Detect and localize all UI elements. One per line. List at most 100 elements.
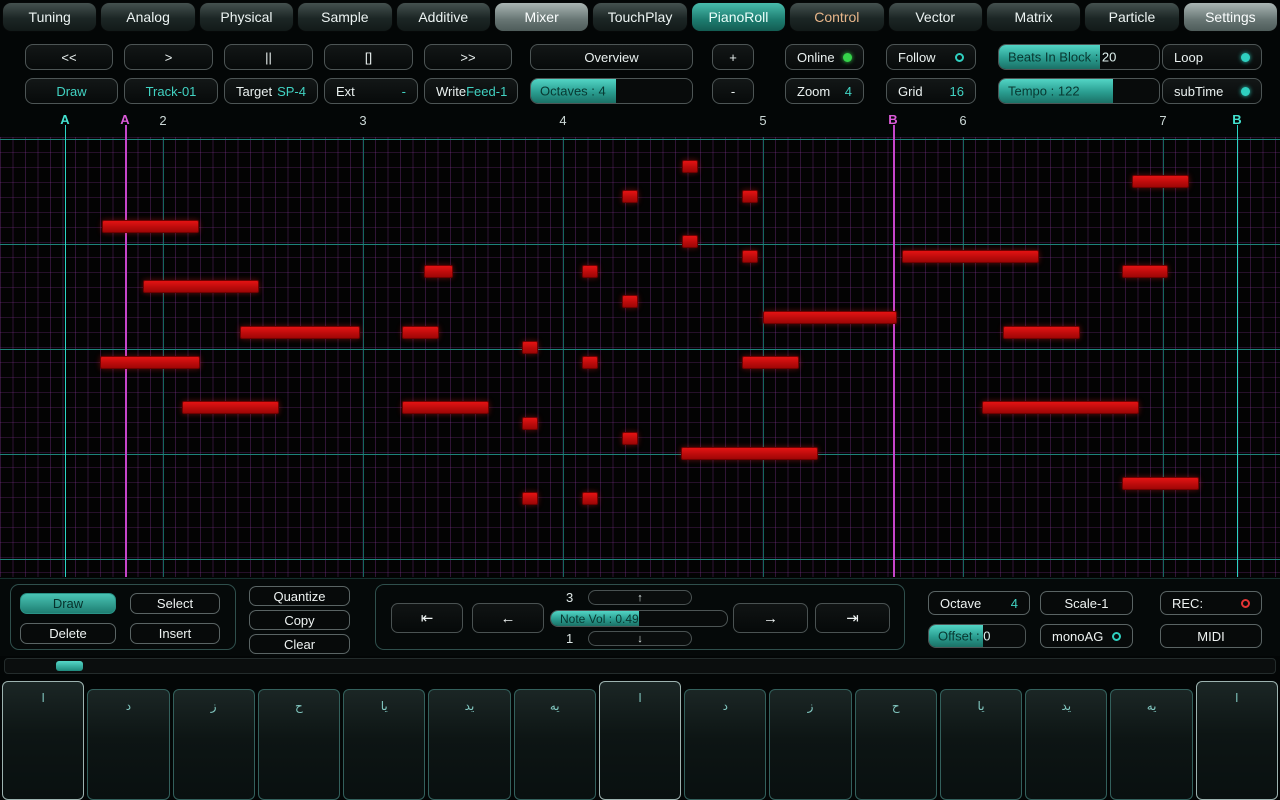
midi-button[interactable]: MIDI: [1160, 624, 1262, 648]
ext-select[interactable]: Ext -: [324, 78, 418, 104]
piano-key-4[interactable]: ح: [258, 689, 340, 800]
pause-button[interactable]: ||: [224, 44, 313, 70]
tab-particle[interactable]: Particle: [1084, 2, 1179, 32]
note-vol-slider[interactable]: Note Vol : 0.49 Note Vol : 0.49: [550, 610, 728, 627]
midi-note[interactable]: [1003, 326, 1080, 339]
piano-key-12[interactable]: يا: [940, 689, 1022, 800]
zoom-control[interactable]: Zoom 4: [785, 78, 864, 104]
midi-note[interactable]: [240, 326, 360, 339]
marker-line-teal[interactable]: [1237, 125, 1238, 577]
mono-toggle[interactable]: monoAG: [1040, 624, 1133, 648]
piano-key-7[interactable]: يه: [514, 689, 596, 800]
scrollbar-handle[interactable]: [56, 661, 83, 671]
select-tool-button[interactable]: Select: [130, 593, 220, 614]
nudge-right-end-button[interactable]: ⇥: [815, 603, 890, 633]
piano-key-1[interactable]: ا: [2, 681, 84, 800]
midi-note[interactable]: [100, 356, 200, 369]
midi-note[interactable]: [182, 401, 279, 414]
grid[interactable]: [0, 137, 1280, 577]
track-select-button[interactable]: Track-01: [124, 78, 218, 104]
tab-settings[interactable]: Settings: [1183, 2, 1278, 32]
follow-toggle[interactable]: Follow: [886, 44, 976, 70]
midi-note[interactable]: [742, 190, 758, 203]
tab-mixer[interactable]: Mixer: [494, 2, 589, 32]
midi-note[interactable]: [522, 492, 538, 505]
online-toggle[interactable]: Online: [785, 44, 864, 70]
tab-additive[interactable]: Additive: [396, 2, 491, 32]
delete-tool-button[interactable]: Delete: [20, 623, 116, 644]
midi-note[interactable]: [102, 220, 199, 233]
midi-note[interactable]: [622, 432, 638, 445]
subtime-toggle[interactable]: subTime: [1162, 78, 1262, 104]
stop-button[interactable]: []: [324, 44, 413, 70]
tab-control[interactable]: Control: [789, 2, 884, 32]
transpose-up-button[interactable]: ↑: [588, 590, 692, 605]
nudge-left-end-button[interactable]: ⇤: [391, 603, 463, 633]
midi-note[interactable]: [763, 311, 897, 324]
midi-note[interactable]: [682, 160, 698, 173]
octave-control[interactable]: Octave 4: [928, 591, 1030, 615]
piano-key-11[interactable]: ح: [855, 689, 937, 800]
tab-vector[interactable]: Vector: [888, 2, 983, 32]
piano-key-10[interactable]: ز: [769, 689, 851, 800]
tempo-slider[interactable]: Tempo : 122 Tempo : 122: [998, 78, 1160, 104]
minus-button[interactable]: -: [712, 78, 754, 104]
tab-matrix[interactable]: Matrix: [986, 2, 1081, 32]
ruler[interactable]: 234567AABB: [0, 108, 1280, 137]
piano-key-8[interactable]: ا: [599, 681, 681, 800]
tab-pianoroll[interactable]: PianoRoll: [691, 2, 786, 32]
quantize-button[interactable]: Quantize: [249, 586, 350, 606]
timeline-scrollbar[interactable]: [4, 658, 1276, 674]
scale-select-button[interactable]: Scale-1: [1040, 591, 1133, 615]
loop-toggle[interactable]: Loop: [1162, 44, 1262, 70]
piano-key-14[interactable]: يه: [1110, 689, 1192, 800]
tab-touchplay[interactable]: TouchPlay: [592, 2, 687, 32]
midi-note[interactable]: [1122, 477, 1199, 490]
clear-button[interactable]: Clear: [249, 634, 350, 654]
piano-key-13[interactable]: يد: [1025, 689, 1107, 800]
midi-note[interactable]: [622, 295, 638, 308]
piano-key-15[interactable]: ا: [1196, 681, 1278, 800]
piano-key-5[interactable]: يا: [343, 689, 425, 800]
nudge-left-button[interactable]: ←: [472, 603, 544, 633]
plus-button[interactable]: +: [712, 44, 754, 70]
midi-note[interactable]: [582, 492, 598, 505]
nudge-right-button[interactable]: →: [733, 603, 808, 633]
offset-control[interactable]: Offset : 0 Offset : 0: [928, 624, 1026, 648]
midi-note[interactable]: [402, 326, 439, 339]
midi-note[interactable]: [582, 265, 598, 278]
target-select[interactable]: Target SP-4: [224, 78, 318, 104]
rec-button[interactable]: REC:: [1160, 591, 1262, 615]
grid-control[interactable]: Grid 16: [886, 78, 976, 104]
midi-note[interactable]: [424, 265, 453, 278]
copy-button[interactable]: Copy: [249, 610, 350, 630]
write-select[interactable]: Write Feed-1: [424, 78, 518, 104]
midi-note[interactable]: [742, 356, 799, 369]
midi-note[interactable]: [742, 250, 758, 263]
piano-key-2[interactable]: د: [87, 689, 169, 800]
draw-tool-button[interactable]: Draw: [20, 593, 116, 614]
marker-line-magenta[interactable]: [893, 125, 895, 577]
midi-note[interactable]: [402, 401, 489, 414]
tab-analog[interactable]: Analog: [100, 2, 195, 32]
midi-note[interactable]: [522, 417, 538, 430]
marker-line-magenta[interactable]: [125, 125, 127, 577]
midi-note[interactable]: [143, 280, 259, 293]
midi-note[interactable]: [681, 447, 818, 460]
overview-button[interactable]: Overview: [530, 44, 693, 70]
beats-in-block-slider[interactable]: Beats In Block : 20 Beats In Block : 20: [998, 44, 1160, 70]
draw-mode-button[interactable]: Draw: [25, 78, 118, 104]
midi-note[interactable]: [682, 235, 698, 248]
tab-sample[interactable]: Sample: [297, 2, 392, 32]
octaves-slider[interactable]: Octaves : 4 Octaves : 4: [530, 78, 693, 104]
piano-key-9[interactable]: د: [684, 689, 766, 800]
piano-key-3[interactable]: ز: [173, 689, 255, 800]
tab-physical[interactable]: Physical: [199, 2, 294, 32]
marker-line-teal[interactable]: [65, 125, 66, 577]
rewind-button[interactable]: <<: [25, 44, 113, 70]
insert-tool-button[interactable]: Insert: [130, 623, 220, 644]
midi-note[interactable]: [982, 401, 1139, 414]
midi-note[interactable]: [522, 341, 538, 354]
tab-tuning[interactable]: Tuning: [2, 2, 97, 32]
midi-note[interactable]: [1132, 175, 1189, 188]
